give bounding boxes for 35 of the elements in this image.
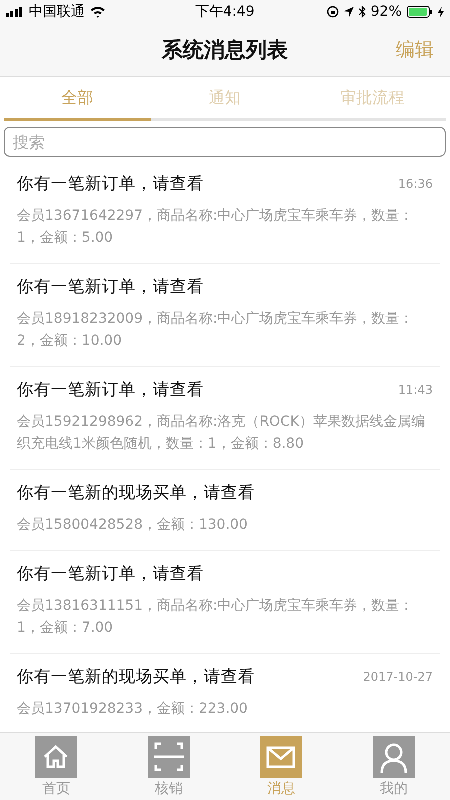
charging-icon [438,6,444,18]
battery-percent: 92% [370,4,402,20]
tab-bar-item[interactable]: 首页 [0,733,112,800]
filter-tab[interactable]: 审批流程 [298,79,446,121]
message-body: 会员18918232009，商品名称:中心广场虎宝车乘车券，数量：2，金额：10.00 [17,310,415,351]
message-title[interactable]: 你有一笔新订单，请查看 [17,379,204,401]
message-body: 会员15921298962，商品名称:洛克（ROCK）苹果数据线金属编织充电线1米颜色随机，数量：1，金额：8.80 [17,413,426,454]
message-title[interactable]: 你有一笔新的现场买单，请查看 [17,482,255,504]
message-time: 11:43 [398,383,433,397]
page-title: 系统消息列表 [162,37,288,64]
message-title[interactable]: 你有一笔新的现场买单，请查看 [17,666,255,688]
message-body: 会员13671642297，商品名称:中心广场虎宝车乘车券，数量：1，金额：5.00 [17,207,415,248]
edit-button[interactable]: 编辑 [396,37,434,63]
message-body: 会员13816311151，商品名称:中心广场虎宝车乘车券，数量：1，金额：7.00 [17,597,415,638]
message-time: 16:36 [398,177,433,191]
message-body: 会员13701928233，金额：223.00 [17,700,249,719]
battery-icon [407,6,434,18]
message-title[interactable]: 你有一笔新订单，请查看 [17,276,204,298]
filter-tab[interactable]: 通知 [151,79,299,121]
location-icon [344,7,354,17]
bluetooth-icon [358,6,366,18]
tab-bar-item[interactable]: 核销 [112,733,225,800]
rotation-lock-icon [326,6,339,18]
message-body: 会员15800428528，金额：130.00 [17,516,249,535]
message-time: 2017-10-27 [363,670,433,684]
message-title[interactable]: 你有一笔新订单，请查看 [17,563,204,585]
tab-bar-item[interactable]: 消息 [225,733,338,800]
filter-tab[interactable]: 全部 [4,79,152,121]
tab-bar-item[interactable]: 我的 [338,733,450,800]
clock-time: 下午4:49 [195,3,255,21]
message-title[interactable]: 你有一笔新订单，请查看 [17,173,204,195]
wifi-icon [90,6,106,18]
carrier-name: 中国联通 [29,3,85,21]
signal-icon [6,7,24,17]
search-field[interactable]: 搜索 [4,127,446,157]
